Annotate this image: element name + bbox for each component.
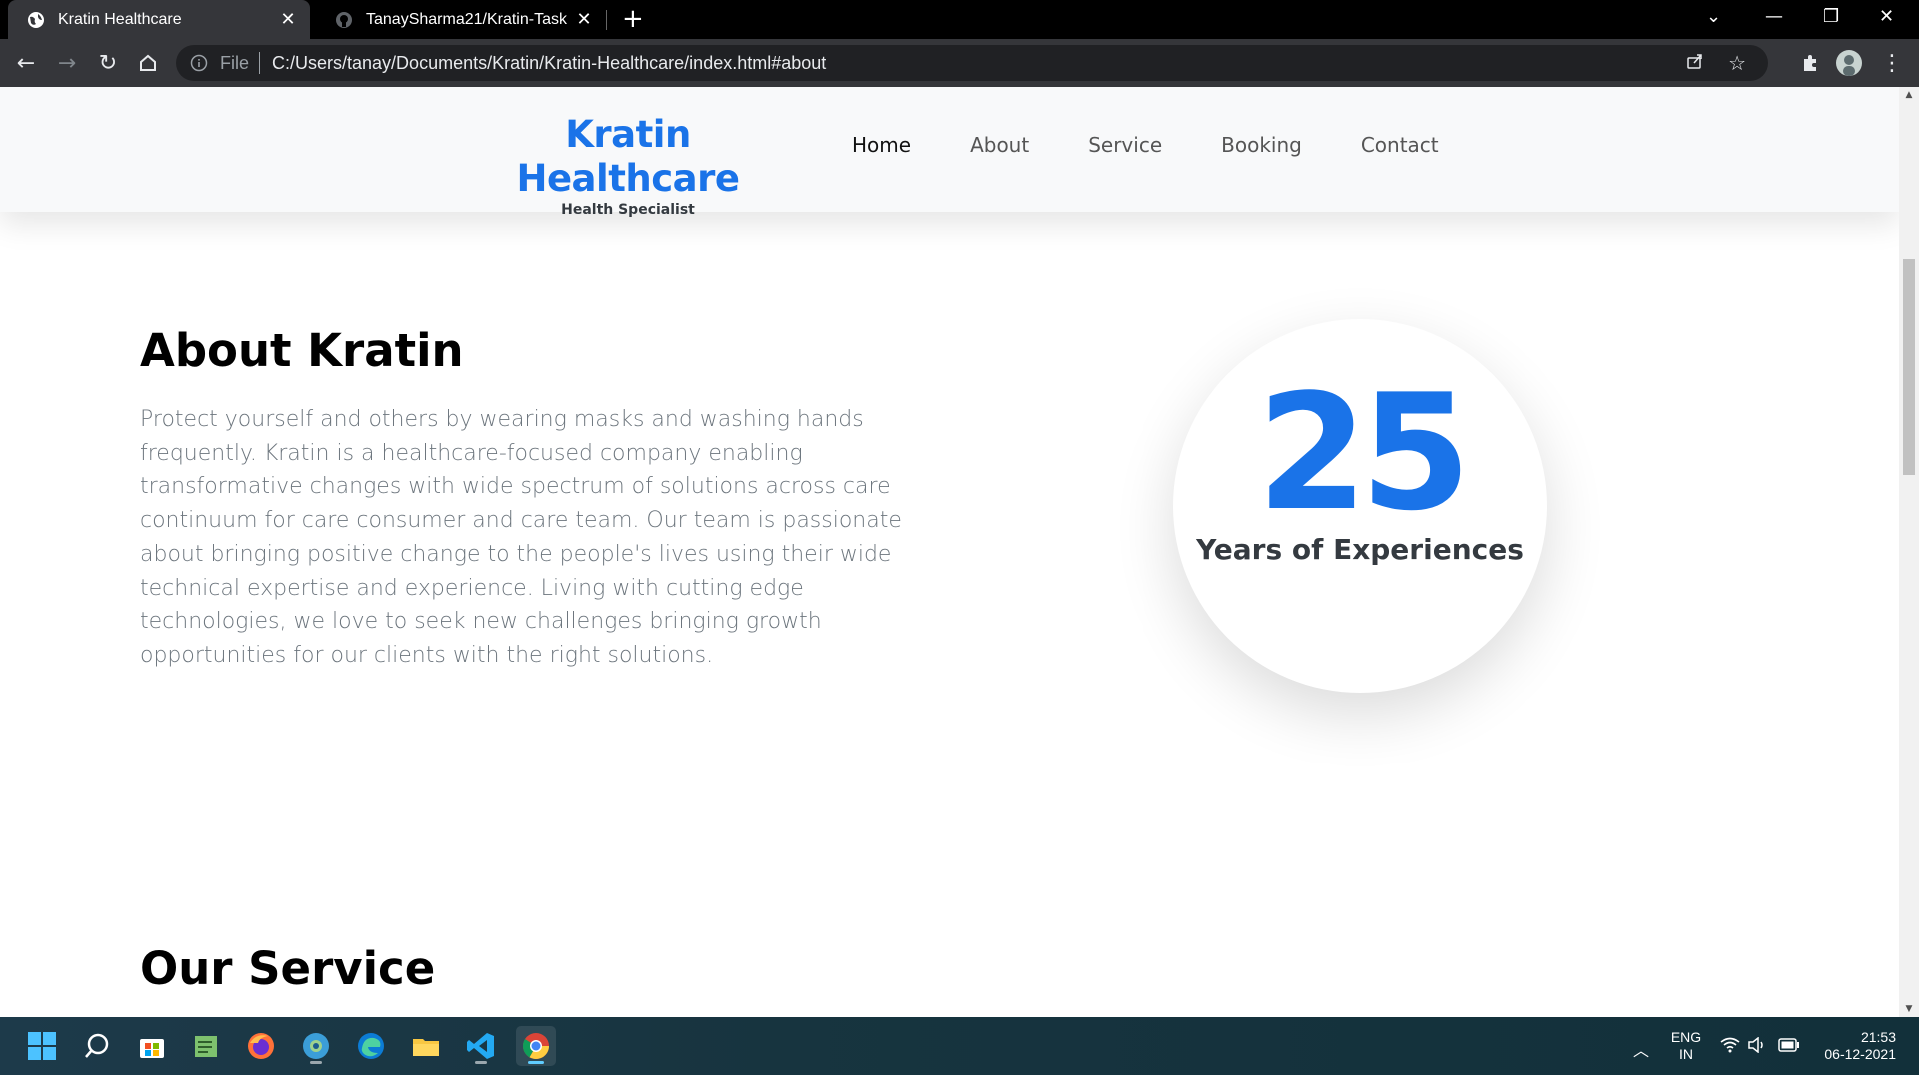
about-paragraph: Protect yourself and others by wearing m… xyxy=(140,407,902,668)
service-heading: Our Service xyxy=(140,942,436,995)
experience-badge: 25 Years of Experiences xyxy=(1173,319,1547,693)
running-indicator xyxy=(310,1061,322,1064)
firefox-icon[interactable] xyxy=(241,1026,281,1066)
nav-link-about[interactable]: About xyxy=(970,133,1029,157)
site-header: Kratin Healthcare Health Specialist Home… xyxy=(0,87,1899,218)
brand-tagline: Health Specialist xyxy=(561,202,695,218)
share-icon[interactable] xyxy=(1686,52,1704,74)
battery-icon[interactable] xyxy=(1778,1037,1800,1056)
scheme-label: File xyxy=(220,52,250,73)
edge-beta-icon[interactable] xyxy=(296,1026,336,1066)
globe-icon xyxy=(26,10,46,30)
address-bar[interactable]: File C:/Users/tanay/Documents/Kratin/Kra… xyxy=(176,45,1768,81)
scroll-down-arrow-icon[interactable]: ▼ xyxy=(1899,1001,1919,1017)
windows-taskbar: ︿ ENG IN 21:53 06-12-2021 xyxy=(0,1017,1919,1075)
page-scrollbar[interactable]: ▲ ▼ xyxy=(1899,87,1919,1017)
new-tab-icon[interactable]: + xyxy=(622,4,644,34)
nav-link-contact[interactable]: Contact xyxy=(1361,133,1439,157)
experience-label: Years of Experiences xyxy=(1196,533,1524,566)
bookmark-star-icon[interactable]: ☆ xyxy=(1728,51,1746,75)
home-icon[interactable] xyxy=(134,49,162,77)
forward-icon[interactable]: → xyxy=(53,49,81,77)
scroll-up-arrow-icon[interactable]: ▲ xyxy=(1899,87,1919,103)
brand-logo[interactable]: Kratin Healthcare Health Specialist xyxy=(468,113,788,218)
back-icon[interactable]: ← xyxy=(12,49,40,77)
minimize-icon[interactable]: — xyxy=(1765,6,1783,27)
chrome-menu-icon[interactable]: ⋮ xyxy=(1878,49,1906,77)
restore-icon[interactable]: ❐ xyxy=(1823,6,1839,27)
show-hidden-icons-icon[interactable]: ︿ xyxy=(1633,1037,1649,1061)
tab-kratin-healthcare[interactable]: Kratin Healthcare ✕ xyxy=(8,0,310,39)
github-icon xyxy=(334,10,354,30)
file-explorer-icon[interactable] xyxy=(406,1026,446,1066)
wifi-icon[interactable] xyxy=(1720,1037,1740,1057)
running-indicator xyxy=(475,1061,487,1064)
profile-avatar[interactable] xyxy=(1836,50,1862,76)
windows-start-icon[interactable] xyxy=(22,1026,62,1066)
main-nav: Home About Service Booking Contact xyxy=(852,133,1498,157)
url-text[interactable]: C:/Users/tanay/Documents/Kratin/Kratin-H… xyxy=(272,53,826,74)
info-icon[interactable] xyxy=(190,54,208,72)
nav-link-booking[interactable]: Booking xyxy=(1221,133,1302,157)
reload-icon[interactable]: ↻ xyxy=(94,49,122,77)
about-heading: About Kratin xyxy=(140,324,464,377)
close-tab-icon[interactable]: ✕ xyxy=(274,9,302,30)
nav-link-service[interactable]: Service xyxy=(1088,133,1162,157)
edge-icon[interactable] xyxy=(351,1026,391,1066)
brand-name: Kratin Healthcare xyxy=(516,113,740,200)
nav-link-home[interactable]: Home xyxy=(852,133,911,157)
notepad-icon[interactable] xyxy=(186,1026,226,1066)
region-code: IN xyxy=(1679,1046,1693,1062)
tab-search-icon[interactable]: ⌄ xyxy=(1706,6,1721,27)
search-icon[interactable] xyxy=(77,1026,117,1066)
clock[interactable]: 21:53 06-12-2021 xyxy=(1814,1029,1896,1063)
tab-divider xyxy=(606,10,607,30)
chrome-icon[interactable] xyxy=(516,1026,556,1066)
language-indicator[interactable]: ENG IN xyxy=(1666,1029,1706,1063)
vscode-icon[interactable] xyxy=(461,1026,501,1066)
clock-time: 21:53 xyxy=(1860,1029,1896,1045)
page-viewport: Kratin Healthcare Health Specialist Home… xyxy=(0,87,1899,1017)
scrollbar-thumb[interactable] xyxy=(1903,259,1915,475)
address-divider xyxy=(259,52,261,74)
language-code: ENG xyxy=(1670,1029,1702,1045)
close-tab-icon[interactable]: ✕ xyxy=(570,9,598,30)
browser-tab-strip: Kratin Healthcare ✕ TanaySharma21/Kratin… xyxy=(0,0,1919,39)
tab-title: Kratin Healthcare xyxy=(58,10,182,28)
tab-title: TanaySharma21/Kratin-Task xyxy=(366,10,567,28)
browser-toolbar: ← → ↻ File C:/Users/tanay/Documents/Krat… xyxy=(0,39,1919,87)
experience-years-number: 25 xyxy=(1256,359,1472,546)
clock-date: 06-12-2021 xyxy=(1824,1046,1896,1062)
volume-icon[interactable] xyxy=(1748,1036,1766,1057)
running-indicator xyxy=(528,1061,544,1064)
extensions-icon[interactable] xyxy=(1796,49,1824,77)
close-window-icon[interactable]: ✕ xyxy=(1879,6,1894,27)
tab-github-repo[interactable]: TanaySharma21/Kratin-Task ✕ xyxy=(316,0,606,39)
microsoft-store-icon[interactable] xyxy=(132,1026,172,1066)
